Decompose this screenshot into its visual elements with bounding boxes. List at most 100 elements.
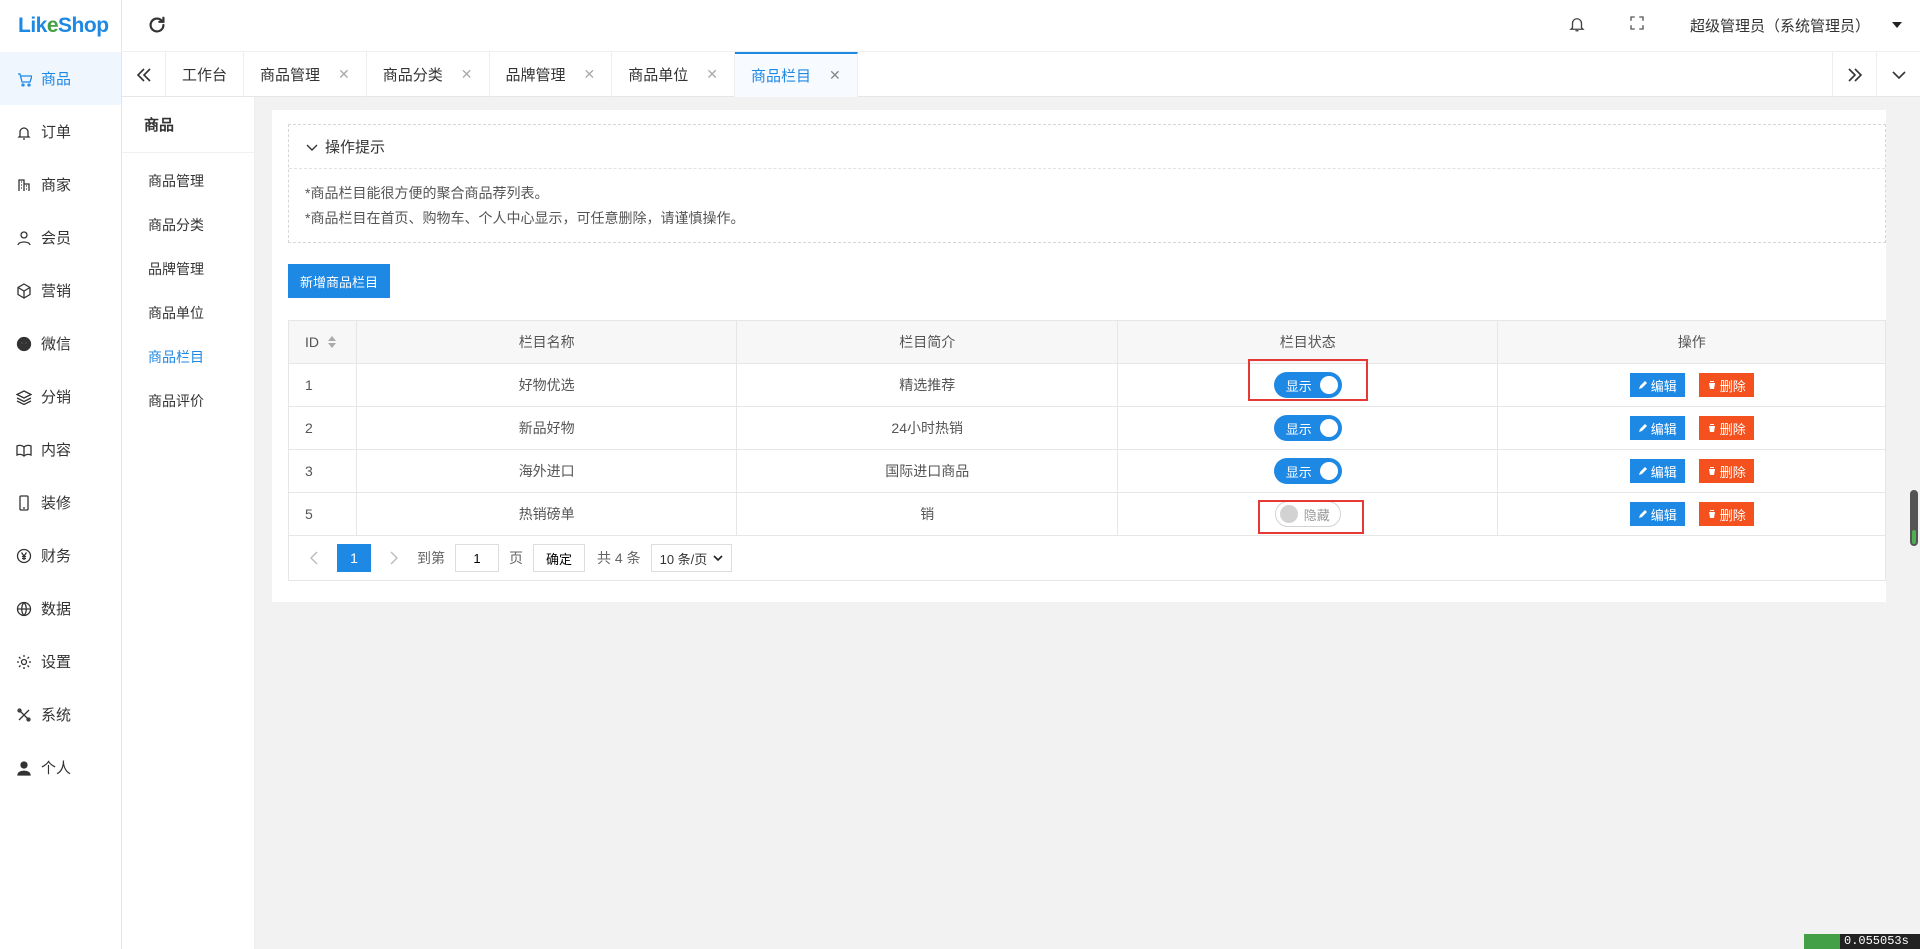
tab-4[interactable]: 商品单位 ✕ xyxy=(612,52,736,97)
next-page-icon[interactable] xyxy=(383,547,405,569)
goto-label: 到第 xyxy=(417,550,445,566)
sort-icon[interactable] xyxy=(327,335,337,349)
status-switch-label: 隐藏 xyxy=(1303,507,1330,523)
sub-item-5[interactable]: 商品评价 xyxy=(122,379,254,423)
user-name[interactable]: 超级管理员（系统管理员） xyxy=(1690,15,1870,36)
tab-label: 商品分类 xyxy=(382,67,443,84)
debug-timer-text: 0.055053s xyxy=(1840,934,1920,949)
edit-button[interactable]: 编辑 xyxy=(1629,459,1685,483)
sub-item-2[interactable]: 品牌管理 xyxy=(122,247,254,291)
sidebar-item-label: 系统 xyxy=(41,707,72,724)
prev-page-icon[interactable] xyxy=(303,547,325,569)
sidebar-item-8[interactable]: 装修 xyxy=(0,476,121,529)
goto-page-input[interactable] xyxy=(455,544,499,572)
sidebar-item-11[interactable]: 设置 xyxy=(0,635,121,688)
delete-button[interactable]: 删除 xyxy=(1698,373,1754,397)
sub-item-3[interactable]: 商品单位 xyxy=(122,291,254,335)
header-op: 操作 xyxy=(1677,334,1706,350)
sidebar-item-7[interactable]: 内容 xyxy=(0,423,121,476)
sidebar-item-0[interactable]: 商品 xyxy=(0,52,121,105)
status-switch[interactable]: 显示 xyxy=(1273,415,1342,441)
tab-scroll-left-button[interactable] xyxy=(122,52,166,97)
sub-item-4[interactable]: 商品栏目 xyxy=(122,335,254,379)
top-header: 超级管理员（系统管理员） xyxy=(122,0,1920,52)
caret-down-icon[interactable] xyxy=(1890,18,1904,32)
delete-label: 删除 xyxy=(1719,378,1746,394)
table-row: 3 海外进口 国际进口商品 显示 编辑 删除 xyxy=(289,450,1885,493)
cell-desc: 销 xyxy=(737,493,1118,535)
tab-5[interactable]: 商品栏目 ✕ xyxy=(735,52,858,97)
trash-icon xyxy=(1707,381,1716,389)
tab-label: 商品管理 xyxy=(260,67,321,84)
status-switch[interactable]: 显示 xyxy=(1273,372,1342,398)
fullscreen-icon[interactable] xyxy=(1628,14,1650,36)
gear-icon xyxy=(16,654,32,670)
sub-sidebar: 商品 商品管理 商品分类 品牌管理 商品单位 商品栏目 商品评价 xyxy=(122,97,255,949)
cell-op: 编辑 删除 xyxy=(1498,407,1885,449)
sidebar-item-label: 个人 xyxy=(41,760,72,777)
close-icon[interactable]: ✕ xyxy=(461,66,473,83)
header-id[interactable]: ID xyxy=(289,321,357,363)
scrollbar-thumb[interactable] xyxy=(1910,490,1918,546)
cell-status: 隐藏 xyxy=(1118,493,1499,535)
sidebar-item-2[interactable]: 商家 xyxy=(0,158,121,211)
current-page[interactable]: 1 xyxy=(337,544,371,572)
sidebar-item-9[interactable]: 财务 xyxy=(0,529,121,582)
sidebar-item-5[interactable]: 微信 xyxy=(0,317,121,370)
tab-3[interactable]: 品牌管理 ✕ xyxy=(490,52,613,97)
tab-2[interactable]: 商品分类 ✕ xyxy=(367,52,490,97)
notification-bell-icon[interactable] xyxy=(1568,14,1590,36)
edit-button[interactable]: 编辑 xyxy=(1629,502,1685,526)
sidebar-item-label: 装修 xyxy=(41,495,72,512)
status-switch-label: 显示 xyxy=(1285,421,1312,437)
logo[interactable]: Lik e Shop xyxy=(0,0,121,52)
sidebar-item-label: 分销 xyxy=(41,389,72,406)
debug-timer: 0.055053s xyxy=(1804,934,1920,949)
sidebar-item-13[interactable]: 个人 xyxy=(0,741,121,794)
pagination: 1 到第 页 确定 共 4 条 10 条/页 xyxy=(289,536,1885,580)
tab-menu-button[interactable] xyxy=(1876,52,1920,97)
sidebar-item-1[interactable]: 订单 xyxy=(0,105,121,158)
status-switch[interactable]: 隐藏 xyxy=(1274,501,1341,527)
sub-sidebar-title: 商品 xyxy=(122,97,254,153)
add-column-button[interactable]: 新增商品栏目 xyxy=(288,264,391,298)
sidebar-item-4[interactable]: 营销 xyxy=(0,264,121,317)
bell-icon xyxy=(16,124,32,140)
sub-item-1[interactable]: 商品分类 xyxy=(122,203,254,247)
cell-name: 新品好物 xyxy=(357,407,738,449)
tab-scroll-right-button[interactable] xyxy=(1832,52,1876,97)
tab-label: 商品栏目 xyxy=(751,68,812,85)
close-icon[interactable]: ✕ xyxy=(338,66,350,83)
edit-button[interactable]: 编辑 xyxy=(1629,373,1685,397)
cell-status: 显示 xyxy=(1118,407,1499,449)
sidebar-item-label: 商家 xyxy=(41,177,72,194)
trash-icon xyxy=(1707,467,1716,475)
tab-0[interactable]: 工作台 xyxy=(166,52,245,97)
refresh-icon[interactable] xyxy=(146,14,168,36)
delete-button[interactable]: 删除 xyxy=(1698,459,1754,483)
goto-confirm-button[interactable]: 确定 xyxy=(533,544,586,572)
delete-button[interactable]: 删除 xyxy=(1698,502,1754,526)
close-icon[interactable]: ✕ xyxy=(706,66,718,83)
delete-button[interactable]: 删除 xyxy=(1698,416,1754,440)
tab-1[interactable]: 商品管理 ✕ xyxy=(244,52,367,97)
close-icon[interactable]: ✕ xyxy=(829,67,841,84)
person-icon xyxy=(16,760,32,776)
building-icon xyxy=(16,177,32,193)
page-size-select[interactable]: 10 条/页 xyxy=(650,544,733,572)
logo-text-c: Shop xyxy=(58,14,109,37)
close-icon[interactable]: ✕ xyxy=(584,66,596,83)
edit-button[interactable]: 编辑 xyxy=(1629,416,1685,440)
edit-label: 编辑 xyxy=(1650,507,1677,523)
status-switch[interactable]: 显示 xyxy=(1273,458,1342,484)
chevron-down-icon xyxy=(713,555,723,562)
sidebar-item-6[interactable]: 分销 xyxy=(0,370,121,423)
delete-label: 删除 xyxy=(1719,464,1746,480)
sub-item-0[interactable]: 商品管理 xyxy=(122,159,254,203)
sidebar-item-12[interactable]: 系统 xyxy=(0,688,121,741)
sidebar-item-label: 营销 xyxy=(41,283,72,300)
tips-toggle[interactable]: 操作提示 xyxy=(289,125,1885,169)
sidebar-item-10[interactable]: 数据 xyxy=(0,582,121,635)
cell-name: 好物优选 xyxy=(357,364,738,406)
sidebar-item-3[interactable]: 会员 xyxy=(0,211,121,264)
